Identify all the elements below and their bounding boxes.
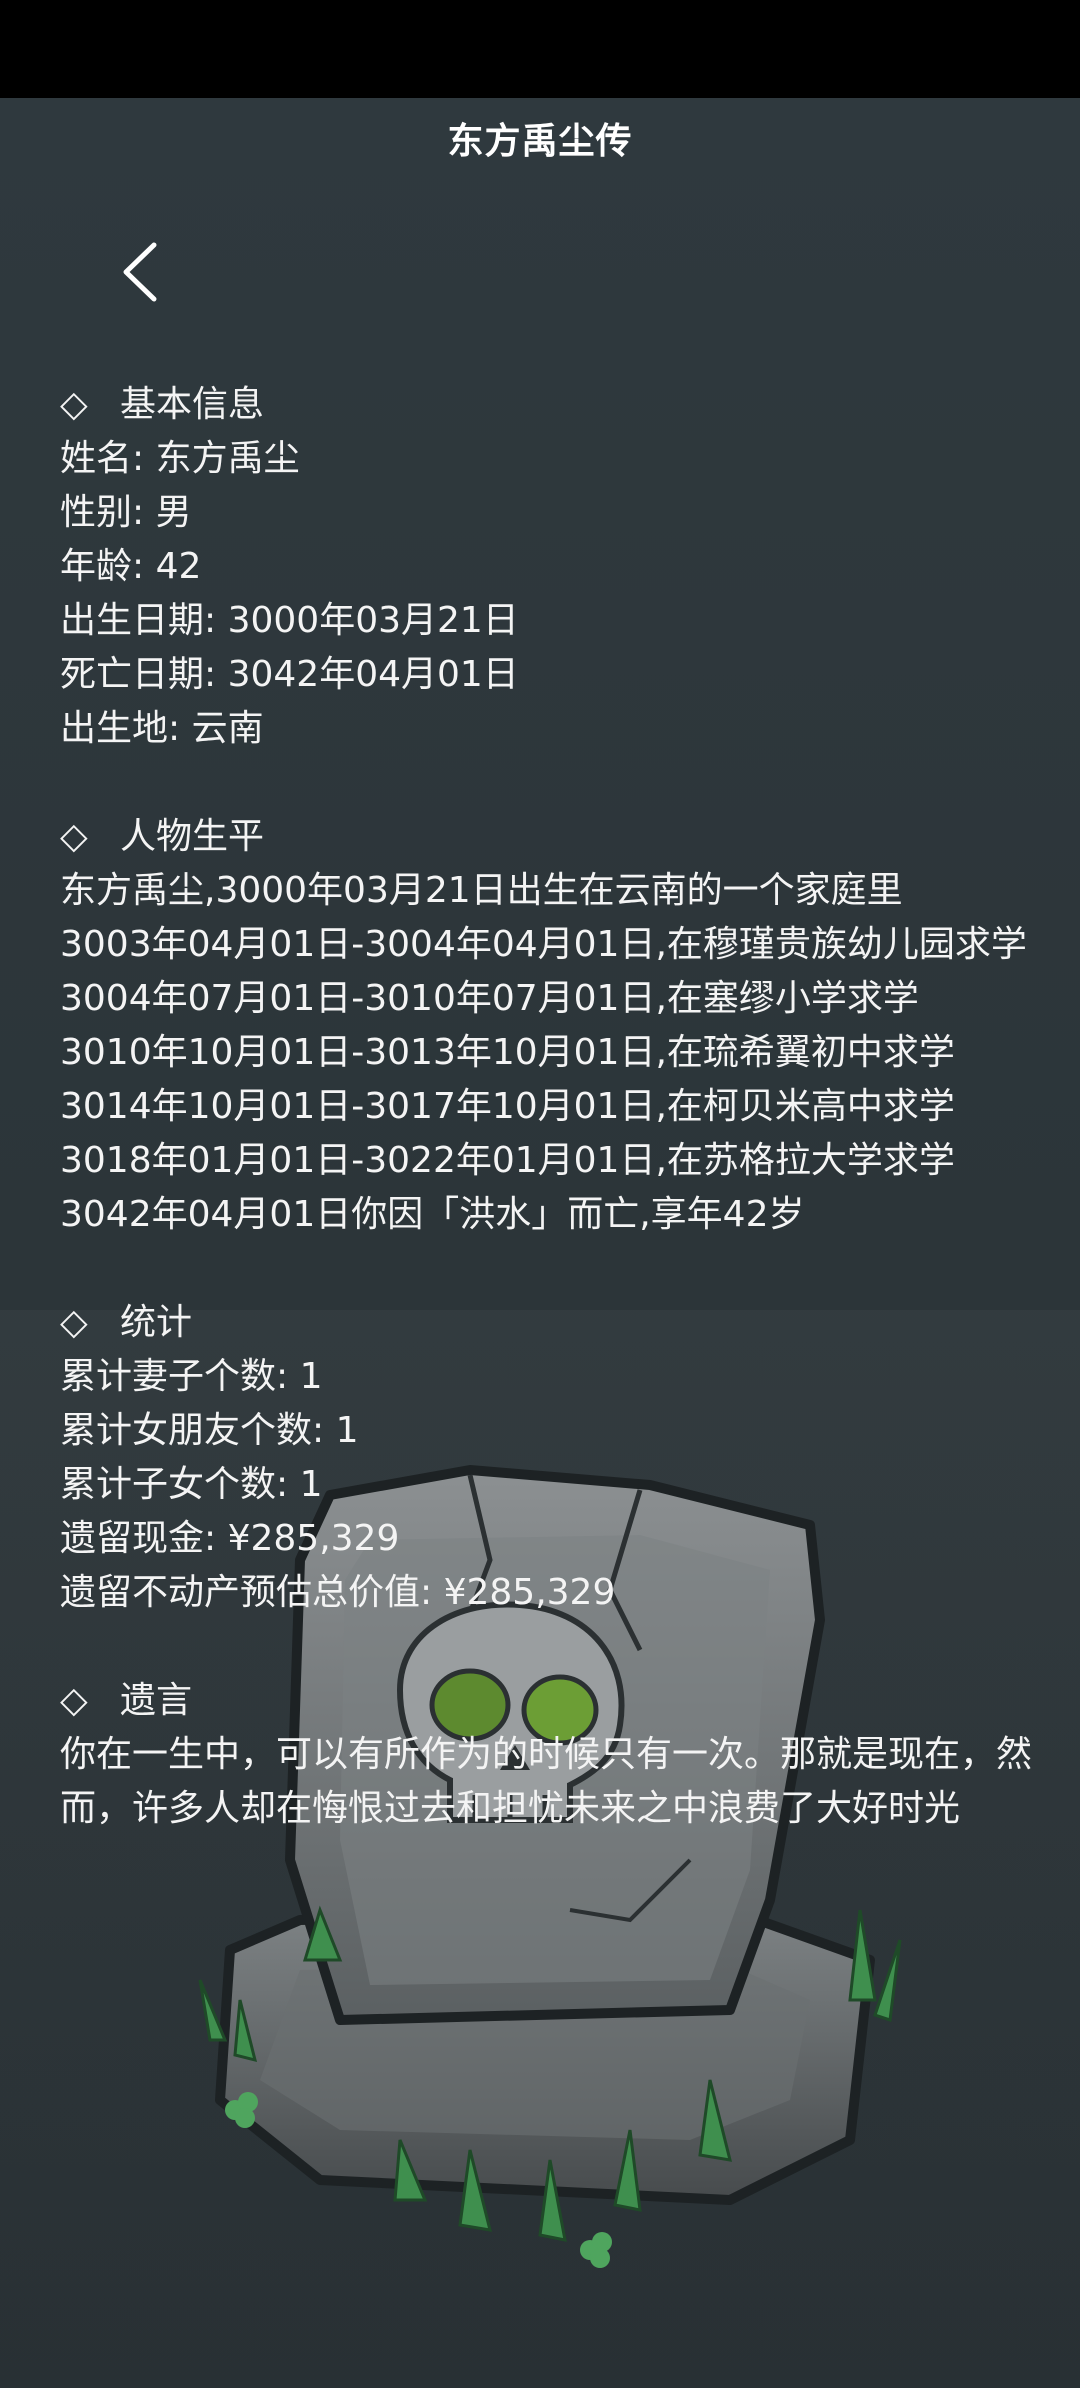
section-heading-will: ◇ 遗言 xyxy=(60,1674,1050,1728)
info-gender: 性别: 男 xyxy=(60,492,192,533)
stat-cash: 遗留现金: ¥285,329 xyxy=(60,1518,400,1559)
info-age: 年龄: 42 xyxy=(60,546,202,587)
stat-wives: 累计妻子个数: 1 xyxy=(60,1356,323,1397)
info-name: 姓名: 东方禹尘 xyxy=(60,438,300,479)
life-line: 3010年10月01日-3013年10月01日,在琉希翼初中求学 xyxy=(60,1032,955,1073)
biography-content: ◇ 基本信息 姓名: 东方禹尘 性别: 男 年龄: 42 出生日期: 3000年… xyxy=(60,378,1050,1836)
info-death-date: 死亡日期: 3042年04月01日 xyxy=(60,654,519,695)
diamond-icon: ◇ xyxy=(60,816,88,857)
diamond-icon: ◇ xyxy=(60,384,88,425)
section-title: 人物生平 xyxy=(120,816,265,857)
section-title: 统计 xyxy=(120,1302,193,1343)
stat-girlfriends: 累计女朋友个数: 1 xyxy=(60,1410,359,1451)
life-line: 东方禹尘,3000年03月21日出生在云南的一个家庭里 xyxy=(60,870,903,911)
life-line: 3004年07月01日-3010年07月01日,在塞缪小学求学 xyxy=(60,978,919,1019)
status-bar xyxy=(0,0,1080,98)
section-heading-basic-info: ◇ 基本信息 xyxy=(60,378,1050,432)
stat-real-estate: 遗留不动产预估总价值: ¥285,329 xyxy=(60,1572,616,1613)
life-line: 3014年10月01日-3017年10月01日,在柯贝米高中求学 xyxy=(60,1086,955,1127)
section-heading-stats: ◇ 统计 xyxy=(60,1296,1050,1350)
life-line: 3003年04月01日-3004年04月01日,在穆瑾贵族幼儿园求学 xyxy=(60,924,1027,965)
page-title: 东方禹尘传 xyxy=(447,121,633,162)
diamond-icon: ◇ xyxy=(60,1302,88,1343)
last-words-text: 你在一生中，可以有所作为的时候只有一次。那就是现在，然而，许多人却在悔恨过去和担… xyxy=(60,1734,1033,1829)
section-title: 基本信息 xyxy=(120,384,265,425)
section-heading-life: ◇ 人物生平 xyxy=(60,810,1050,864)
section-title: 遗言 xyxy=(120,1680,193,1721)
stat-children: 累计子女个数: 1 xyxy=(60,1464,323,1505)
diamond-icon: ◇ xyxy=(60,1680,88,1721)
back-arrow-icon[interactable] xyxy=(112,237,172,307)
life-line: 3018年01月01日-3022年01月01日,在苏格拉大学求学 xyxy=(60,1140,955,1181)
info-birth-date: 出生日期: 3000年03月21日 xyxy=(60,600,519,641)
life-line: 3042年04月01日你因「洪水」而亡,享年42岁 xyxy=(60,1194,805,1235)
info-birthplace: 出生地: 云南 xyxy=(60,708,264,749)
